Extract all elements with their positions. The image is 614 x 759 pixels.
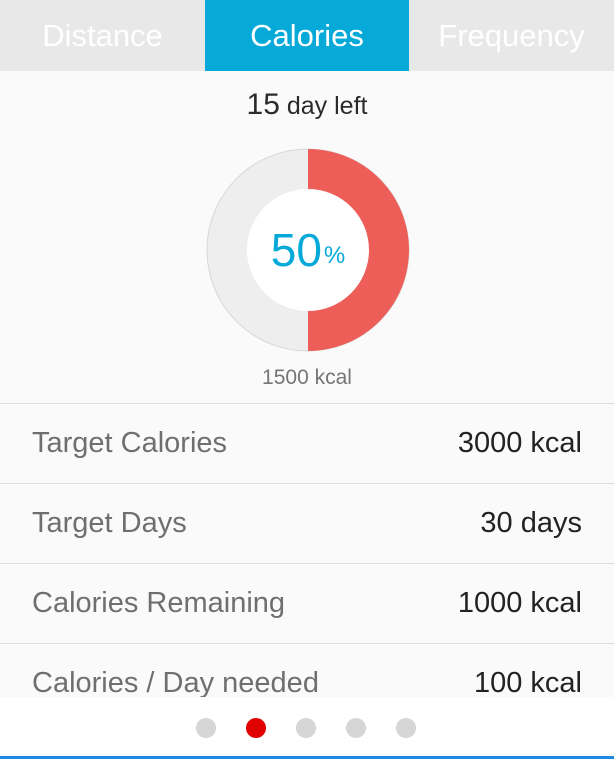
tab-calories[interactable]: Calories (205, 0, 409, 71)
page-dot[interactable] (396, 718, 416, 738)
list-item: Target Calories 3000 kcal (0, 403, 614, 483)
page-dot[interactable] (346, 718, 366, 738)
list-item: Calories Remaining 1000 kcal (0, 563, 614, 643)
stat-label: Calories Remaining (32, 587, 286, 619)
current-calories: 1500 kcal (262, 366, 352, 389)
page-indicator (0, 697, 614, 759)
tab-distance[interactable]: Distance (0, 0, 205, 71)
page-dot[interactable] (196, 718, 216, 738)
page-dots (196, 718, 416, 738)
stat-label: Calories / Day needed (32, 667, 319, 697)
progress-symbol: % (323, 242, 346, 269)
days-left-label: day left (279, 92, 368, 120)
days-left-text: 15 day left (0, 88, 614, 122)
stat-label: Target Days (32, 507, 187, 539)
list-item: Target Days 30 days (0, 483, 614, 563)
stat-label: Target Calories (32, 427, 228, 459)
list-item: Calories / Day needed 100 kcal (0, 643, 614, 697)
tab-frequency[interactable]: Frequency (409, 0, 614, 71)
days-left-number: 15 (246, 88, 280, 121)
stats-list: Target Calories 3000 kcal Target Days 30… (0, 403, 614, 697)
progress-value: 50 (270, 224, 322, 276)
stat-value: 3000 kcal (457, 427, 582, 459)
progress-percentage: 50% (206, 148, 410, 352)
page-dot[interactable] (296, 718, 316, 738)
stat-value: 1000 kcal (457, 587, 582, 619)
stat-value: 100 kcal (473, 667, 582, 697)
tab-bar: Distance Calories Frequency (0, 0, 614, 71)
stat-value: 30 days (480, 507, 582, 539)
page-dot[interactable] (246, 718, 266, 738)
